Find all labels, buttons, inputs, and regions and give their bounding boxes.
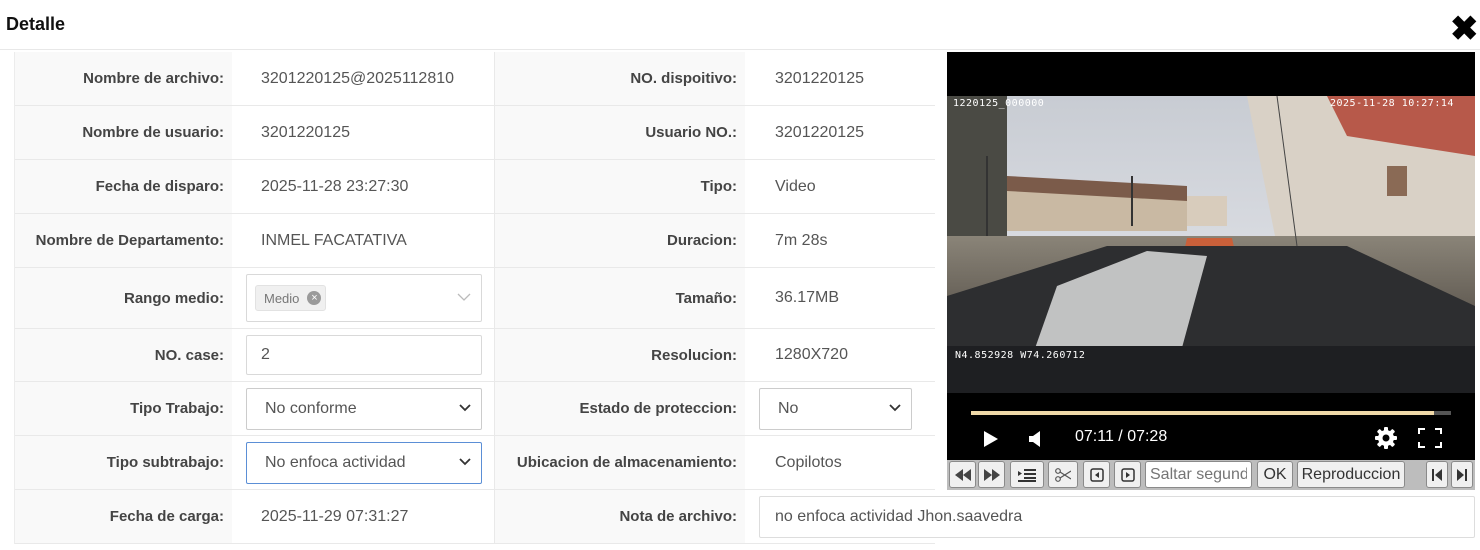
work-subtype-select[interactable]: No enfoca actividad bbox=[246, 442, 482, 484]
upload-date-label: Fecha de carga: bbox=[15, 490, 232, 543]
storage-value: Copilotos bbox=[775, 453, 842, 471]
protection-selected: No bbox=[778, 400, 799, 417]
case-no-input[interactable]: 2 bbox=[246, 335, 482, 375]
chevron-down-icon bbox=[459, 458, 471, 466]
form-row: Nombre de usuario: 3201220125 Usuario NO… bbox=[15, 106, 935, 160]
work-type-select[interactable]: No conforme bbox=[246, 388, 482, 430]
file-note-input[interactable]: no enfoca actividad Jhon.saavedra bbox=[759, 496, 1475, 538]
video-time: 07:11 / 07:28 bbox=[1075, 428, 1168, 445]
playlist-button[interactable] bbox=[1010, 461, 1044, 488]
user-no-label: Usuario NO.: bbox=[494, 106, 745, 159]
work-subtype-label: Tipo subtrabajo: bbox=[15, 436, 232, 489]
detail-form: Nombre de archivo: 3201220125@2025112810… bbox=[14, 52, 1475, 544]
osd-gps: N4.852928 W74.260712 bbox=[955, 350, 1086, 361]
dialog-title: Detalle bbox=[6, 14, 66, 34]
shot-date-label: Fecha de disparo: bbox=[15, 160, 232, 213]
fast-forward-button[interactable] bbox=[978, 461, 1005, 488]
user-no-value: 3201220125 bbox=[775, 123, 864, 141]
form-row: Tipo subtrabajo: No enfoca actividad Ubi… bbox=[15, 436, 935, 490]
clip-button[interactable] bbox=[1048, 461, 1078, 488]
prev-frame-icon bbox=[1089, 467, 1104, 482]
fast-forward-icon bbox=[983, 468, 1000, 481]
video-frame bbox=[947, 96, 1475, 393]
scissors-icon bbox=[1055, 467, 1071, 482]
dialog-header: Detalle ✖ bbox=[0, 0, 1480, 50]
type-value: Video bbox=[775, 177, 816, 195]
size-label: Tamaño: bbox=[494, 268, 745, 328]
osd-datetime: 2025-11-28 10:27:14 bbox=[1330, 98, 1454, 109]
skip-start-icon bbox=[1432, 468, 1442, 481]
osd-device-id: 1220125_000000 bbox=[953, 98, 1045, 109]
user-name-label: Nombre de usuario: bbox=[15, 106, 232, 159]
file-name-label: Nombre de archivo: bbox=[15, 52, 232, 105]
prev-frame-button[interactable] bbox=[1083, 461, 1110, 488]
chevron-down-icon bbox=[459, 404, 471, 412]
next-frame-icon bbox=[1120, 467, 1135, 482]
file-name-value: 3201220125@2025112810 bbox=[261, 69, 455, 87]
protection-select[interactable]: No bbox=[759, 388, 912, 430]
type-label: Tipo: bbox=[494, 160, 745, 213]
seek-seconds-input[interactable] bbox=[1145, 461, 1252, 488]
file-note-label: Nota de archivo: bbox=[494, 490, 745, 543]
size-value: 36.17MB bbox=[775, 289, 840, 306]
work-type-label: Tipo Trabajo: bbox=[15, 382, 232, 435]
last-frame-button[interactable] bbox=[1451, 461, 1473, 488]
video-progress-bar[interactable] bbox=[971, 411, 1451, 415]
fullscreen-icon[interactable] bbox=[1418, 428, 1442, 448]
chevron-down-icon bbox=[889, 404, 901, 412]
form-row: NO. case: 2 Resolucion: 1280X720 bbox=[15, 329, 935, 382]
case-no-label: NO. case: bbox=[15, 329, 232, 381]
case-no-input-value: 2 bbox=[261, 346, 270, 363]
protection-label: Estado de proteccion: bbox=[494, 382, 745, 435]
volume-icon[interactable] bbox=[1028, 430, 1044, 448]
next-frame-button[interactable] bbox=[1114, 461, 1141, 488]
ok-button[interactable]: OK bbox=[1257, 461, 1293, 488]
range-tag-label: Medio bbox=[264, 290, 300, 306]
close-icon[interactable]: ✖ bbox=[1450, 12, 1480, 46]
playback-button[interactable]: Reproduccion bbox=[1297, 461, 1405, 488]
resolution-label: Resolucion: bbox=[494, 329, 745, 381]
form-row: Nombre de archivo: 3201220125@2025112810… bbox=[15, 52, 935, 106]
player-toolbar: OK Reproduccion bbox=[947, 460, 1475, 490]
chevron-down-icon bbox=[457, 293, 471, 301]
device-no-value: 3201220125 bbox=[775, 69, 864, 87]
shot-date-value: 2025-11-28 23:27:30 bbox=[261, 177, 409, 195]
rewind-button[interactable] bbox=[949, 461, 976, 488]
department-label: Nombre de Departamento: bbox=[15, 214, 232, 267]
form-row: Fecha de carga: 2025-11-29 07:31:27 Nota… bbox=[15, 490, 1475, 544]
list-icon bbox=[1018, 468, 1036, 482]
duration-value: 7m 28s bbox=[775, 231, 828, 249]
department-value: INMEL FACATATIVA bbox=[261, 231, 407, 249]
form-row: Tipo Trabajo: No conforme Estado de prot… bbox=[15, 382, 935, 436]
duration-label: Duracion: bbox=[494, 214, 745, 267]
range-multiselect[interactable]: Medio × bbox=[246, 274, 482, 322]
play-icon[interactable] bbox=[983, 430, 999, 448]
device-no-label: NO. dispoitivo: bbox=[494, 52, 745, 105]
user-name-value: 3201220125 bbox=[261, 123, 350, 141]
storage-label: Ubicacion de almacenamiento: bbox=[494, 436, 745, 489]
tag-remove-icon[interactable]: × bbox=[307, 291, 322, 305]
work-subtype-selected: No enfoca actividad bbox=[265, 454, 406, 471]
work-type-selected: No conforme bbox=[265, 400, 357, 417]
rewind-icon bbox=[954, 468, 971, 481]
video-player[interactable]: 1220125_000000 2025-11-28 10:27:14 N4.85… bbox=[947, 52, 1475, 460]
range-tag: Medio × bbox=[255, 285, 327, 311]
resolution-value: 1280X720 bbox=[775, 346, 848, 363]
form-row: Nombre de Departamento: INMEL FACATATIVA… bbox=[15, 214, 935, 268]
video-progress-fill bbox=[971, 411, 1435, 415]
form-row: Fecha de disparo: 2025-11-28 23:27:30 Ti… bbox=[15, 160, 935, 214]
form-row: Rango medio: Medio × Tamaño: 36.17MB bbox=[15, 268, 935, 329]
range-label: Rango medio: bbox=[15, 268, 232, 328]
file-note-value: no enfoca actividad Jhon.saavedra bbox=[775, 508, 1023, 525]
skip-end-icon bbox=[1457, 468, 1467, 481]
first-frame-button[interactable] bbox=[1426, 461, 1448, 488]
settings-gear-icon[interactable] bbox=[1374, 426, 1398, 450]
upload-date-value: 2025-11-29 07:31:27 bbox=[261, 507, 409, 525]
